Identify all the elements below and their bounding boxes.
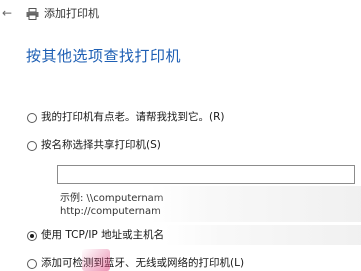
example-line-1: 示例: \\computernam bbox=[60, 193, 164, 204]
blur-overlay bbox=[150, 186, 361, 222]
printer-icon bbox=[26, 8, 39, 20]
shared-printer-name-input[interactable] bbox=[57, 165, 355, 184]
page-heading: 按其他选项查找打印机 bbox=[26, 47, 182, 65]
radio-tcpip[interactable] bbox=[27, 231, 37, 241]
option-label-shared-printer[interactable]: 按名称选择共享打印机(S) bbox=[41, 139, 161, 152]
radio-bluetooth-wireless[interactable] bbox=[27, 259, 37, 269]
blur-overlay bbox=[165, 225, 361, 245]
radio-printer-old[interactable] bbox=[27, 113, 37, 123]
option-label-bluetooth-wireless[interactable]: 添加可检测到蓝牙、无线或网络的打印机(L) bbox=[41, 257, 244, 270]
title-bar: ← 添加打印机 bbox=[0, 0, 361, 27]
share-example: 示例: \\computernam http://computernam bbox=[60, 192, 164, 218]
window-title: 添加打印机 bbox=[44, 7, 99, 20]
back-arrow-icon[interactable]: ← bbox=[2, 6, 12, 20]
radio-shared-printer[interactable] bbox=[27, 141, 37, 151]
option-label-printer-old[interactable]: 我的打印机有点老。请帮我找到它。(R) bbox=[41, 111, 225, 124]
option-label-tcpip[interactable]: 使用 TCP/IP 地址或主机名 bbox=[41, 229, 164, 242]
example-line-2: http://computernam bbox=[60, 206, 161, 217]
